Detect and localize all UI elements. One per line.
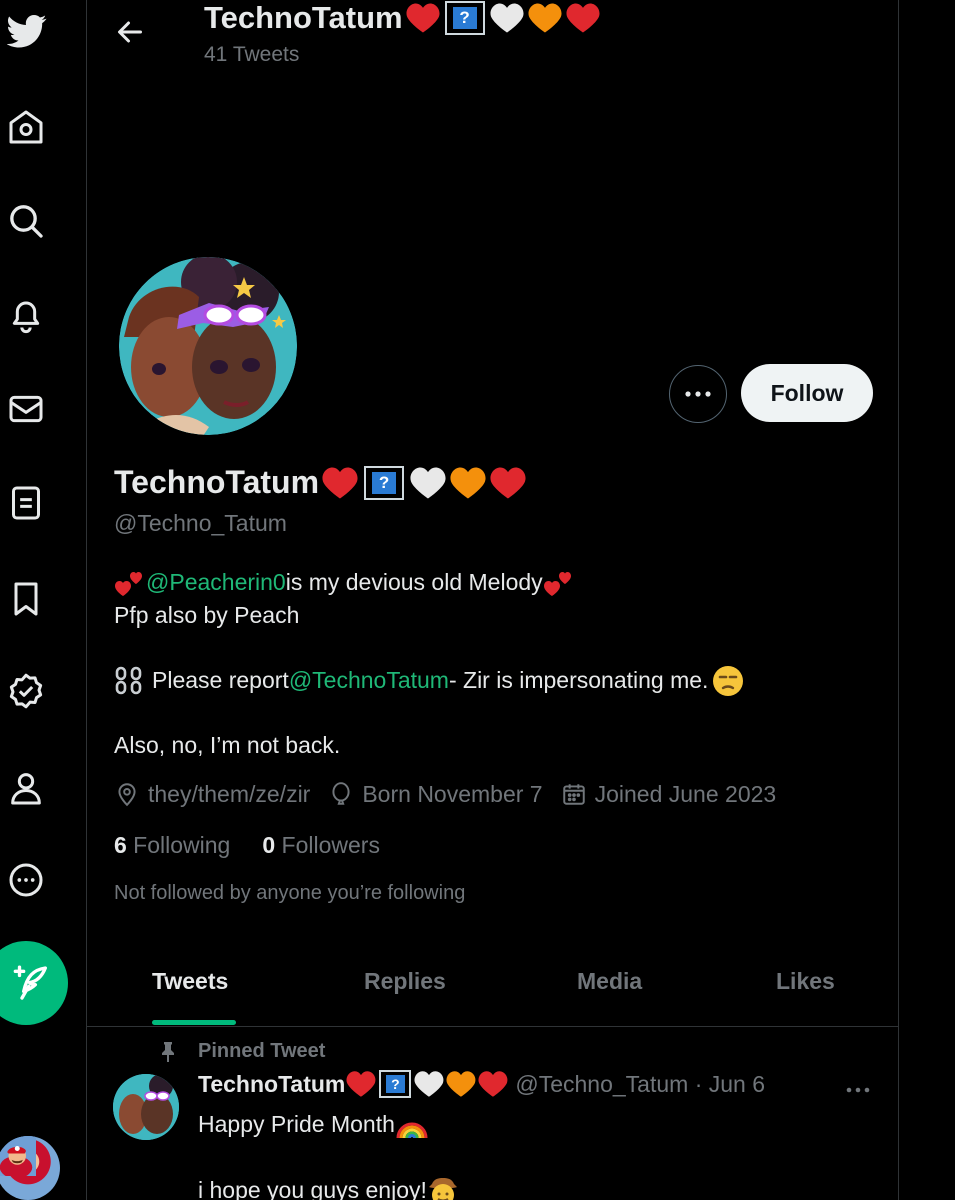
white-heart-icon — [489, 2, 525, 34]
tweet-text: Happy Pride Month i hope you guys enjoy! — [198, 1108, 459, 1200]
tweet-author-name[interactable]: TechnoTatum — [198, 1071, 345, 1098]
follow-counts: 6 Following 0 Followers — [114, 832, 380, 859]
followers-count: 0 — [262, 832, 276, 858]
pin-icon — [162, 1041, 174, 1062]
following-label: Following — [126, 832, 231, 858]
header-name: TechnoTatum — [204, 0, 403, 35]
account-avatar[interactable] — [0, 1136, 60, 1200]
tab-media[interactable]: Media — [577, 968, 642, 995]
bio-text: Please report — [152, 667, 289, 693]
left-nav — [0, 0, 87, 1200]
red-heart-icon — [345, 1070, 377, 1098]
pinned-indicator: Pinned Tweet — [158, 1040, 325, 1063]
tab-tweets[interactable]: Tweets — [152, 968, 228, 995]
profile-name: TechnoTatum ? — [114, 464, 527, 501]
two-hearts-icon — [543, 568, 575, 598]
home-icon[interactable] — [3, 104, 49, 150]
twitter-bird-icon[interactable] — [2, 8, 52, 54]
mention-link[interactable]: @TechnoTatum — [289, 664, 449, 697]
tweet-more-button[interactable] — [843, 1078, 873, 1102]
ellipsis-icon — [685, 391, 711, 397]
not-followed-notice: Not followed by anyone you’re following — [114, 882, 466, 904]
bio-text: Also, no, I’m not back. — [114, 732, 341, 758]
more-options-button[interactable] — [669, 365, 727, 423]
red-heart-icon — [405, 2, 441, 34]
profile-tabs: Tweets Replies Media Likes — [87, 940, 898, 1027]
cowboy-face-icon — [427, 1175, 459, 1200]
tweet-header: TechnoTatum ? @Techno_Tatum · Jun 6 — [198, 1070, 765, 1098]
profile-meta: they/them/ze/zir Born November 7 Joined … — [114, 780, 794, 808]
joined-date: Joined June 2023 — [594, 780, 777, 807]
rainbow-icon — [395, 1110, 429, 1140]
search-icon[interactable] — [3, 198, 49, 244]
profile-avatar[interactable] — [117, 255, 299, 437]
profile-display-name: TechnoTatum — [114, 464, 320, 500]
location-pin-icon — [118, 783, 136, 807]
more-circle-icon[interactable] — [3, 857, 49, 903]
tab-likes[interactable]: Likes — [776, 968, 835, 995]
unamused-face-icon — [712, 665, 744, 697]
red-heart-icon — [477, 1070, 509, 1098]
profile-icon[interactable] — [3, 765, 49, 811]
messages-envelope-icon[interactable] — [3, 386, 49, 432]
calendar-icon — [562, 784, 585, 805]
follow-button[interactable]: Follow — [741, 364, 873, 422]
orange-heart-icon — [445, 1070, 477, 1098]
compose-tweet-button[interactable] — [0, 941, 68, 1025]
following-count: 6 — [114, 832, 127, 858]
unknown-emoji-icon: ? — [379, 1070, 412, 1098]
chain-link-icon — [114, 666, 144, 696]
tweet-count: 41 Tweets — [204, 43, 300, 66]
following-link[interactable]: 6 Following — [114, 832, 230, 859]
balloon-icon — [332, 782, 350, 805]
pinned-label: Pinned Tweet — [198, 1040, 326, 1062]
active-tab-indicator — [152, 1020, 236, 1025]
tweet-text-line: i hope you guys enjoy! — [198, 1177, 427, 1200]
red-heart-icon — [489, 466, 527, 500]
notifications-bell-icon[interactable] — [3, 292, 49, 338]
bio-text: - Zir is impersonating me. — [448, 667, 709, 693]
red-heart-icon — [321, 466, 359, 500]
column-divider-right — [898, 0, 899, 1200]
header-title: TechnoTatum ? — [204, 0, 601, 36]
white-heart-icon — [413, 1070, 445, 1098]
red-heart-icon — [565, 2, 601, 34]
profile-bio: @Peacherin0 is my devious old Melody Pfp… — [114, 566, 874, 762]
back-arrow-icon[interactable] — [112, 14, 148, 50]
tab-replies[interactable]: Replies — [364, 968, 446, 995]
bio-text: is my devious old Melody — [285, 569, 543, 595]
tweet-text-line: Happy Pride Month — [198, 1111, 395, 1137]
bookmarks-icon[interactable] — [3, 576, 49, 622]
birthday: Born November 7 — [362, 780, 543, 807]
feather-plus-icon — [13, 965, 47, 1000]
mention-link[interactable]: @Peacherin0 — [146, 566, 286, 599]
followers-link[interactable]: 0 Followers — [262, 832, 380, 859]
orange-heart-icon — [527, 2, 563, 34]
profile-handle: @Techno_Tatum — [114, 510, 287, 536]
white-heart-icon — [409, 466, 447, 500]
ellipsis-icon — [846, 1087, 870, 1093]
pronouns: they/them/ze/zir — [148, 780, 311, 807]
lists-icon[interactable] — [3, 480, 49, 526]
two-hearts-icon — [114, 568, 146, 598]
unknown-emoji-icon: ? — [444, 1, 485, 35]
orange-heart-icon — [449, 466, 487, 500]
followers-label: Followers — [275, 832, 380, 858]
tweet-avatar[interactable] — [113, 1074, 179, 1140]
tweet-handle-date: @Techno_Tatum · Jun 6 — [515, 1070, 766, 1097]
verified-icon[interactable] — [3, 668, 49, 714]
tabs-divider — [87, 1026, 898, 1027]
bio-text: Pfp also by Peach — [114, 602, 300, 628]
unknown-emoji-icon: ? — [364, 465, 405, 500]
